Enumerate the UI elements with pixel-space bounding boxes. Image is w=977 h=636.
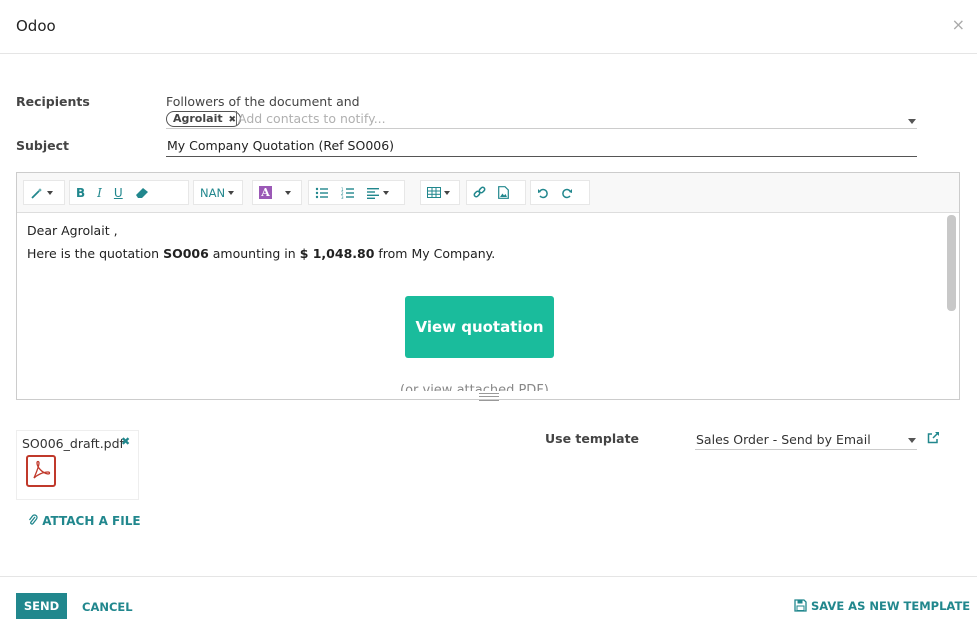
align-dropdown[interactable] (361, 181, 395, 204)
recipients-label: Recipients (16, 94, 90, 109)
font-size-group: NAN (193, 180, 243, 205)
image-icon[interactable] (492, 181, 515, 204)
view-quotation-button[interactable]: View quotation (405, 296, 554, 358)
close-icon[interactable]: × (952, 15, 965, 34)
dialog-header: Odoo × (0, 0, 977, 54)
style-group (23, 180, 65, 205)
text-cursor (236, 111, 237, 126)
table-dropdown[interactable] (421, 181, 456, 204)
quotation-amount: $ 1,048.80 (299, 246, 375, 261)
undo-icon[interactable] (531, 181, 555, 204)
quotation-line-mid: amounting in (208, 246, 300, 261)
redo-icon[interactable] (555, 181, 579, 204)
save-template-label: SAVE AS NEW TEMPLATE (811, 599, 971, 613)
send-button[interactable]: SEND (16, 593, 67, 619)
recipients-field[interactable]: Agrolait ✖ Add contacts to notify... (166, 110, 917, 129)
attach-file-label: ATTACH A FILE (42, 514, 141, 528)
pdf-note-text: (or view attached PDF) (400, 383, 549, 391)
insert-group (466, 180, 526, 205)
pdf-file-icon[interactable] (26, 455, 56, 487)
recipients-input[interactable]: Add contacts to notify... (238, 111, 386, 126)
font-color-icon[interactable]: A (253, 181, 278, 204)
html-editor[interactable]: B I U NAN A 123 Dear Agrolait , Here is … (16, 172, 960, 401)
subject-label: Subject (16, 138, 69, 153)
italic-button[interactable]: I (91, 181, 108, 204)
recipient-tag-label: Agrolait (173, 112, 223, 125)
underline-button[interactable]: U (108, 181, 129, 204)
quotation-line-suffix: from My Company. (374, 246, 496, 261)
editor-scrollbar[interactable] (947, 215, 956, 311)
table-group (420, 180, 460, 205)
magic-wand-icon[interactable] (24, 181, 59, 204)
template-label: Use template (545, 431, 640, 446)
editor-toolbar: B I U NAN A 123 (17, 173, 959, 213)
recipient-tag[interactable]: Agrolait ✖ (166, 111, 241, 127)
chevron-down-icon[interactable] (908, 119, 916, 124)
remove-tag-icon[interactable]: ✖ (228, 115, 236, 125)
cancel-button[interactable]: CANCEL (82, 600, 133, 614)
floppy-disk-icon (794, 599, 811, 613)
dialog-title: Odoo (16, 17, 56, 35)
editor-content[interactable]: Dear Agrolait , Here is the quotation SO… (27, 221, 495, 261)
unordered-list-icon[interactable] (309, 181, 335, 204)
resize-grip-line (479, 396, 499, 397)
ordered-list-icon[interactable]: 123 (335, 181, 361, 204)
attachment-filename[interactable]: SO006_draft.pdf (22, 436, 124, 451)
font-size-dropdown[interactable]: NAN (194, 181, 240, 204)
template-value: Sales Order - Send by Email (696, 432, 871, 447)
subject-input[interactable]: My Company Quotation (Ref SO006) (166, 137, 917, 157)
template-select[interactable]: Sales Order - Send by Email (695, 431, 917, 450)
svg-text:3: 3 (341, 195, 344, 199)
subject-value: My Company Quotation (Ref SO006) (167, 138, 395, 153)
quotation-ref: SO006 (163, 246, 209, 261)
history-group (530, 180, 590, 205)
paperclip-icon (28, 514, 42, 528)
paragraph-group: 123 (308, 180, 405, 205)
attach-file-button[interactable]: ATTACH A FILE (28, 514, 141, 528)
attachment-card: SO006_draft.pdf ✖ (16, 430, 139, 500)
bold-button[interactable]: B (70, 181, 91, 204)
remove-attachment-icon[interactable]: ✖ (121, 435, 130, 448)
eraser-icon[interactable] (129, 181, 155, 204)
greeting-text: Dear Agrolait , (27, 223, 118, 238)
color-group: A (252, 180, 302, 205)
font-group: B I U (69, 180, 189, 205)
color-dropdown[interactable] (278, 181, 295, 204)
save-as-template-button[interactable]: SAVE AS NEW TEMPLATE (794, 599, 970, 613)
font-size-label: NAN (200, 185, 226, 200)
link-icon[interactable] (467, 181, 492, 204)
quotation-line-prefix: Here is the quotation (27, 246, 164, 261)
quotation-line: Here is the quotation SO006 amounting in… (27, 246, 495, 261)
resize-grip-icon[interactable] (479, 393, 499, 401)
external-link-icon[interactable] (927, 431, 940, 448)
followers-text: Followers of the document and (166, 94, 360, 109)
chevron-down-icon[interactable] (908, 438, 916, 443)
